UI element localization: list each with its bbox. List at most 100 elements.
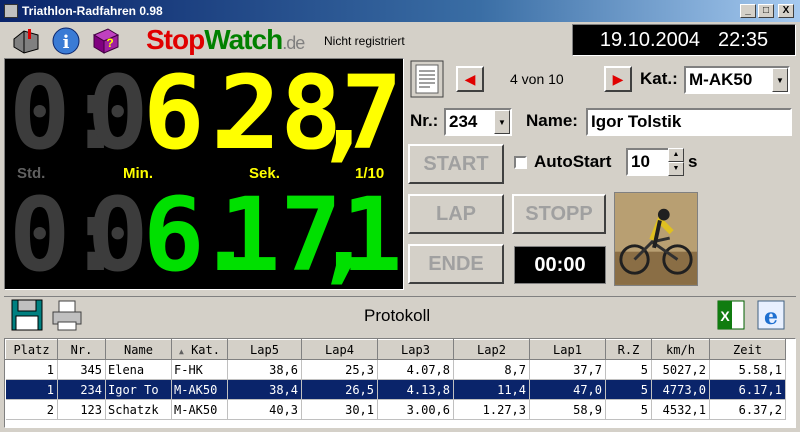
nr-value: 234 [449, 112, 478, 131]
cell-lap4: 25,3 [301, 359, 378, 380]
svg-text:?: ? [106, 36, 113, 50]
column-header-rz[interactable]: R.Z [605, 339, 652, 360]
cell-lap1: 47,0 [529, 379, 606, 400]
lap-minutes-tens-digit: 0 [87, 176, 149, 295]
mailbox-icon[interactable] [10, 25, 42, 57]
column-header-lap4[interactable]: Lap4 [301, 339, 378, 360]
spin-down-icon[interactable]: ▼ [668, 162, 684, 176]
cell-name: Igor To [105, 379, 172, 400]
date-text: 19.10.2004 [599, 28, 701, 51]
cell-lap1: 58,9 [529, 399, 606, 420]
cell-name: Elena [105, 359, 172, 380]
chevron-down-icon[interactable]: ▼ [494, 110, 510, 134]
help-book-icon[interactable]: ? [90, 25, 122, 57]
cell-lap4: 30,1 [301, 399, 378, 420]
logo-watch: Watch [204, 24, 283, 55]
column-header-kat-label: Kat. [191, 342, 220, 357]
arrow-left-icon: ◀ [464, 70, 476, 87]
cell-kmh: 4773,0 [651, 379, 710, 400]
start-button[interactable]: START [408, 144, 504, 184]
column-header-nr[interactable]: Nr. [57, 339, 106, 360]
window-title: Triathlon-Radfahren 0.98 [22, 4, 163, 18]
cell-kmh: 4532,1 [651, 399, 710, 420]
app-icon [4, 4, 18, 18]
column-header-kmh[interactable]: km/h [651, 339, 710, 360]
kat-select[interactable]: M-AK50 ▼ [684, 66, 790, 94]
cell-kat: M-AK50 [171, 379, 228, 400]
name-field[interactable]: Igor Tolstik [586, 108, 792, 136]
info-icon[interactable]: i [50, 25, 82, 57]
autostart-unit: s [688, 152, 698, 171]
autostart-spinner[interactable]: ▲ ▼ [668, 148, 684, 176]
table-row-selected[interactable]: 1 234 Igor To M-AK50 38,4 26,5 4.13,8 11… [5, 379, 786, 400]
name-value: Igor Tolstik [591, 112, 682, 131]
lap-button[interactable]: LAP [408, 194, 504, 234]
cell-kmh: 5027,2 [651, 359, 710, 380]
stopp-button[interactable]: STOPP [512, 194, 606, 234]
svg-text:e: e [764, 304, 778, 330]
column-header-zeit[interactable]: Zeit [709, 339, 786, 360]
next-arrow-button[interactable]: ▶ [604, 66, 632, 92]
cell-lap5: 38,6 [227, 359, 302, 380]
date-time-display: 19.10.2004 22:35 [572, 24, 796, 56]
excel-icon[interactable]: X [714, 298, 748, 332]
registration-status: Nicht registriert [324, 34, 405, 48]
internet-explorer-icon[interactable]: e [754, 298, 788, 332]
nr-select[interactable]: 234 ▼ [444, 108, 512, 136]
title-bar: Triathlon-Radfahren 0.98 _ □ X [0, 0, 800, 22]
minimize-button[interactable]: _ [740, 4, 756, 18]
cyclist-image [614, 192, 698, 286]
chevron-down-icon[interactable]: ▼ [772, 68, 788, 92]
cell-lap2: 8,7 [453, 359, 530, 380]
cell-zeit: 6.17,1 [709, 379, 786, 400]
column-header-platz[interactable]: Platz [5, 339, 58, 360]
cell-rz: 5 [605, 399, 652, 420]
kat-label: Kat.: [640, 69, 678, 88]
autostart-checkbox[interactable] [514, 156, 527, 169]
column-header-name[interactable]: Name [105, 339, 172, 360]
previous-arrow-button[interactable]: ◀ [456, 66, 484, 92]
cell-platz: 2 [5, 399, 58, 420]
column-header-kat[interactable]: ▲ Kat. [171, 339, 228, 360]
column-header-lap2[interactable]: Lap2 [453, 339, 530, 360]
cell-lap5: 38,4 [227, 379, 302, 400]
cell-kat: F-HK [171, 359, 228, 380]
cell-zeit: 6.37,2 [709, 399, 786, 420]
column-header-lap1[interactable]: Lap1 [529, 339, 606, 360]
cell-lap4: 26,5 [301, 379, 378, 400]
minutes-tens-digit: 0 [87, 54, 149, 173]
column-header-lap3[interactable]: Lap3 [377, 339, 454, 360]
stopwatch-logo: StopWatch.de [146, 24, 305, 56]
column-header-lap5[interactable]: Lap5 [227, 339, 302, 360]
ende-button[interactable]: ENDE [408, 244, 504, 284]
autostart-seconds-input[interactable]: 10 [626, 148, 670, 176]
close-button[interactable]: X [778, 4, 794, 18]
cell-kat: M-AK50 [171, 399, 228, 420]
cell-nr: 123 [57, 399, 106, 420]
name-label: Name: [526, 111, 578, 130]
spin-up-icon[interactable]: ▲ [668, 148, 684, 162]
tenths-digit: 7 [341, 54, 403, 173]
cell-lap1: 37,7 [529, 359, 606, 380]
autostart-label: AutoStart [534, 152, 612, 171]
lap-hours-digit: 0 [9, 176, 71, 295]
cell-lap3: 4.13,8 [377, 379, 454, 400]
entry-counter: 4 von 10 [510, 71, 564, 87]
save-disk-icon[interactable] [10, 298, 44, 332]
cell-platz: 1 [5, 359, 58, 380]
cell-lap2: 11,4 [453, 379, 530, 400]
list-document-icon[interactable] [410, 60, 444, 98]
cell-lap3: 3.00,6 [377, 399, 454, 420]
table-row[interactable]: 1 345 Elena F-HK 38,6 25,3 4.07,8 8,7 37… [5, 359, 786, 380]
arrow-right-icon: ▶ [612, 70, 624, 87]
protokoll-title: Protokoll [364, 306, 431, 325]
printer-icon[interactable] [50, 298, 84, 332]
cell-lap5: 40,3 [227, 399, 302, 420]
table-row[interactable]: 2 123 Schatzk M-AK50 40,3 30,1 3.00,6 1.… [5, 399, 786, 420]
hours-digit: 0 [9, 54, 71, 173]
countdown-timer: 00:00 [514, 246, 606, 284]
cell-lap3: 4.07,8 [377, 359, 454, 380]
cell-rz: 5 [605, 359, 652, 380]
maximize-button[interactable]: □ [758, 4, 774, 18]
protokoll-table: Platz Nr. Name ▲ Kat. Lap5 Lap4 Lap3 Lap… [4, 338, 796, 428]
